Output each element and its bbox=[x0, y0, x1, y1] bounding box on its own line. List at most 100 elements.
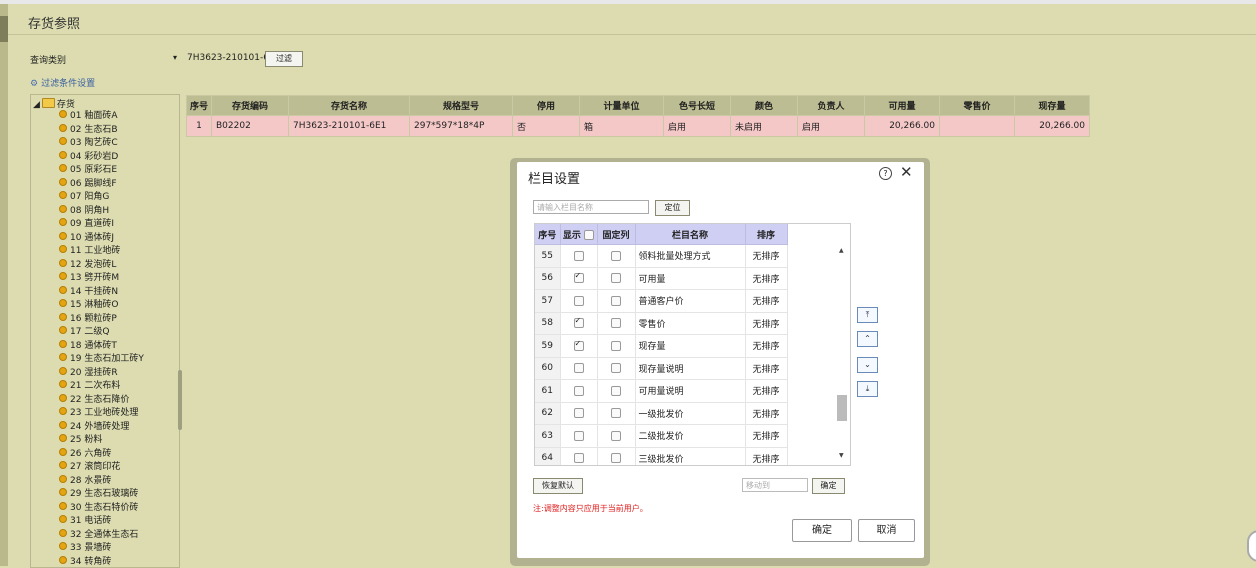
scroll-thumb[interactable] bbox=[837, 395, 847, 421]
move-top-button[interactable]: ⤒ bbox=[857, 307, 878, 323]
collapse-tab[interactable] bbox=[0, 16, 8, 42]
grid-header[interactable]: 颜色 bbox=[731, 96, 798, 116]
pane-splitter[interactable] bbox=[178, 370, 182, 430]
show-checkbox[interactable] bbox=[574, 318, 584, 328]
collapse-triangle-icon[interactable]: ◢ bbox=[33, 100, 40, 110]
grid-header[interactable]: 可用量 bbox=[865, 96, 940, 116]
show-checkbox[interactable] bbox=[574, 386, 584, 396]
help-icon[interactable]: ? bbox=[879, 167, 892, 180]
cancel-button[interactable]: 取消 bbox=[858, 519, 915, 542]
column-sort[interactable]: 无排序 bbox=[745, 245, 787, 268]
tree-item-label[interactable]: 25 粉料 bbox=[70, 435, 102, 445]
grid-header[interactable]: 计量单位 bbox=[580, 96, 664, 116]
tree-root-label[interactable]: 存货 bbox=[57, 100, 75, 110]
fixed-checkbox[interactable] bbox=[611, 363, 621, 373]
filter-button[interactable]: 过滤 bbox=[265, 51, 303, 67]
tree-item[interactable]: 13 劈开砖M bbox=[59, 272, 119, 285]
tree-item[interactable]: 33 景墙砖 bbox=[59, 542, 111, 555]
column-sort[interactable]: 无排序 bbox=[745, 380, 787, 403]
close-icon[interactable]: ✕ bbox=[900, 163, 913, 181]
tree-item[interactable]: 32 全通体生态石 bbox=[59, 529, 138, 542]
tree-item[interactable]: 17 二级Q bbox=[59, 326, 109, 339]
tree-item-label[interactable]: 10 通体砖J bbox=[70, 233, 114, 243]
list-item[interactable]: 60现存量说明无排序 bbox=[535, 357, 787, 380]
fixed-checkbox[interactable] bbox=[611, 273, 621, 283]
chevron-down-icon[interactable]: ▾ bbox=[173, 53, 177, 62]
scroll-up-icon[interactable]: ▲ bbox=[839, 247, 844, 254]
tree-item[interactable]: 29 生态石玻璃砖 bbox=[59, 488, 138, 501]
list-item[interactable]: 59现存量无排序 bbox=[535, 335, 787, 358]
tree-item-label[interactable]: 03 陶艺砖C bbox=[70, 138, 118, 148]
column-sort[interactable]: 无排序 bbox=[745, 425, 787, 448]
tree-item[interactable]: 19 生态石加工砖Y bbox=[59, 353, 144, 366]
tree-item-label[interactable]: 31 电话砖 bbox=[70, 516, 111, 526]
tree-item[interactable]: 21 二次布料 bbox=[59, 380, 120, 393]
tree-item[interactable]: 06 踢脚线F bbox=[59, 178, 117, 191]
fixed-checkbox[interactable] bbox=[611, 386, 621, 396]
fixed-checkbox[interactable] bbox=[611, 251, 621, 261]
fixed-checkbox[interactable] bbox=[611, 296, 621, 306]
fixed-checkbox[interactable] bbox=[611, 431, 621, 441]
tree-item-label[interactable]: 19 生态石加工砖Y bbox=[70, 354, 144, 364]
tree-item[interactable]: 26 六角砖 bbox=[59, 448, 111, 461]
tree-item[interactable]: 10 通体砖J bbox=[59, 232, 114, 245]
show-checkbox[interactable] bbox=[574, 431, 584, 441]
filter-settings-label[interactable]: 过滤条件设置 bbox=[41, 79, 95, 89]
tree-item-label[interactable]: 21 二次布料 bbox=[70, 381, 120, 391]
column-sort[interactable]: 无排序 bbox=[745, 357, 787, 380]
scroll-down-icon[interactable]: ▼ bbox=[839, 452, 844, 459]
tree-item[interactable]: 09 直道砖I bbox=[59, 218, 114, 231]
tree-item-label[interactable]: 14 干挂砖N bbox=[70, 287, 118, 297]
tree-item[interactable]: 27 滚筒印花 bbox=[59, 461, 120, 474]
list-item[interactable]: 61可用量说明无排序 bbox=[535, 380, 787, 403]
fixed-checkbox[interactable] bbox=[611, 453, 621, 463]
grid-header[interactable]: 存货名称 bbox=[289, 96, 410, 116]
list-item[interactable]: 55领料批量处理方式无排序 bbox=[535, 245, 787, 268]
show-checkbox[interactable] bbox=[574, 408, 584, 418]
left-edge-collapse-bar[interactable] bbox=[0, 4, 8, 566]
tree-item-label[interactable]: 05 原彩石E bbox=[70, 165, 117, 175]
tree-item-label[interactable]: 34 转角砖 bbox=[70, 557, 111, 567]
list-item[interactable]: 62一级批发价无排序 bbox=[535, 402, 787, 425]
fixed-checkbox[interactable] bbox=[611, 408, 621, 418]
tree-item-label[interactable]: 04 彩砂岩D bbox=[70, 152, 118, 162]
col-header-show[interactable]: 显示 bbox=[560, 224, 597, 245]
tree-item-label[interactable]: 30 生态石特价砖 bbox=[70, 503, 138, 513]
move-to-input[interactable]: 移动到 bbox=[742, 478, 808, 492]
tree-item-label[interactable]: 33 景墙砖 bbox=[70, 543, 111, 553]
tree-item-label[interactable]: 01 釉面砖A bbox=[70, 111, 117, 121]
tree-item-label[interactable]: 28 水景砖 bbox=[70, 476, 111, 486]
show-checkbox[interactable] bbox=[574, 363, 584, 373]
tree-item-label[interactable]: 09 直道砖I bbox=[70, 219, 114, 229]
tree-item-label[interactable]: 27 滚筒印花 bbox=[70, 462, 120, 472]
tree-item[interactable]: 02 生态石B bbox=[59, 124, 118, 137]
show-checkbox[interactable] bbox=[574, 251, 584, 261]
tree-item-label[interactable]: 18 通体砖T bbox=[70, 341, 117, 351]
grid-header[interactable]: 停用 bbox=[513, 96, 580, 116]
tree-item[interactable]: 11 工业地砖 bbox=[59, 245, 120, 258]
show-all-checkbox[interactable] bbox=[584, 230, 594, 240]
tree-item[interactable]: 31 电话砖 bbox=[59, 515, 111, 528]
tree-item[interactable]: 07 阳角G bbox=[59, 191, 109, 204]
tree-item-label[interactable]: 22 生态石降价 bbox=[70, 395, 129, 405]
tree-item[interactable]: 05 原彩石E bbox=[59, 164, 117, 177]
show-checkbox[interactable] bbox=[574, 273, 584, 283]
tree-item-label[interactable]: 11 工业地砖 bbox=[70, 246, 120, 256]
tree-item[interactable]: 24 外墙砖处理 bbox=[59, 421, 129, 434]
tree-item[interactable]: 03 陶艺砖C bbox=[59, 137, 118, 150]
filter-settings-link[interactable]: ⚙过滤条件设置 bbox=[30, 76, 95, 89]
list-item[interactable]: 64三级批发价无排序 bbox=[535, 447, 787, 466]
tree-item-label[interactable]: 32 全通体生态石 bbox=[70, 530, 138, 540]
column-sort[interactable]: 无排序 bbox=[745, 290, 787, 313]
tree-item[interactable]: 08 阴角H bbox=[59, 205, 109, 218]
category-select[interactable]: 查询类别 bbox=[30, 53, 180, 66]
tree-item-label[interactable]: 24 外墙砖处理 bbox=[70, 422, 129, 432]
show-checkbox[interactable] bbox=[574, 341, 584, 351]
fixed-checkbox[interactable] bbox=[611, 341, 621, 351]
code-input[interactable]: 7H3623-210101-6 bbox=[187, 53, 269, 63]
tree-item[interactable]: 22 生态石降价 bbox=[59, 394, 129, 407]
tree-item-label[interactable]: 15 淋釉砖O bbox=[70, 300, 118, 310]
tree-root[interactable]: ◢ 存货 bbox=[33, 97, 75, 110]
locate-button[interactable]: 定位 bbox=[655, 200, 690, 216]
tree-item-label[interactable]: 07 阳角G bbox=[70, 192, 109, 202]
